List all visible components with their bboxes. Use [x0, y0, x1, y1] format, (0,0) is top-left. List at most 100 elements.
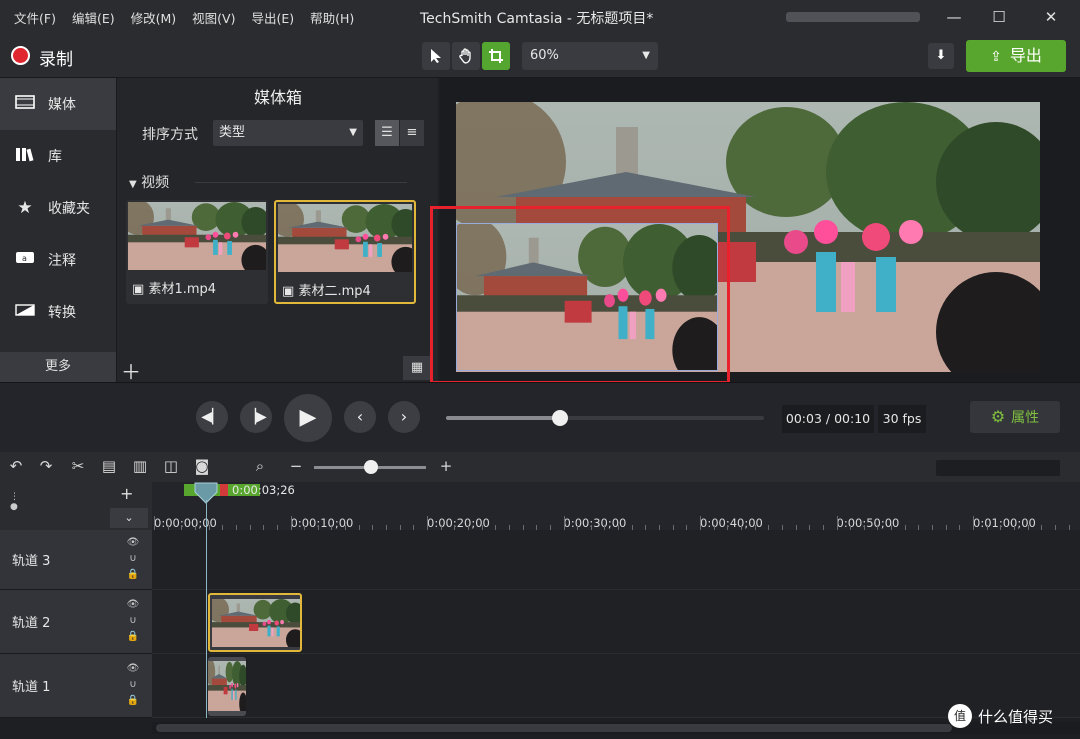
- magnet-icon[interactable]: ∪: [124, 552, 142, 566]
- time-display: 00:03 / 00:10: [782, 405, 874, 433]
- minimize-button[interactable]: —: [940, 6, 968, 28]
- magnet-icon[interactable]: ∪: [124, 678, 142, 692]
- track-header-1[interactable]: 轨道 1 👁 ∪ 🔒: [0, 654, 152, 718]
- menu-edit[interactable]: 编辑(E): [64, 8, 123, 27]
- sort-ascending-icon[interactable]: ☰: [375, 120, 399, 146]
- video-thumbnail: [278, 204, 412, 272]
- eye-icon[interactable]: 👁: [124, 662, 142, 676]
- close-button[interactable]: ✕: [1037, 6, 1065, 28]
- previous-icon[interactable]: ‹: [344, 401, 376, 433]
- step-forward-icon[interactable]: ▕▶: [240, 401, 272, 433]
- zoom-in-icon[interactable]: +: [436, 457, 456, 475]
- out-marker[interactable]: [220, 484, 228, 496]
- scrub-handle[interactable]: [552, 410, 569, 426]
- scrub-bar[interactable]: [446, 410, 764, 426]
- media-icon: [14, 94, 36, 115]
- timeline-toolbar: ↶ ↷ ✂ ▤ ▥ ◫ ◙ ⌕ − +: [0, 452, 1080, 482]
- fps-display: 30 fps: [878, 405, 926, 433]
- select-tool-icon[interactable]: [422, 42, 450, 70]
- lock-icon[interactable]: 🔒: [124, 568, 142, 582]
- track-name: 轨道 1: [12, 680, 51, 695]
- lock-icon[interactable]: 🔒: [124, 694, 142, 708]
- pan-tool-icon[interactable]: [452, 42, 480, 70]
- watermark-logo: 值: [948, 704, 972, 728]
- cut-icon[interactable]: ✂: [68, 457, 88, 475]
- split-icon[interactable]: ◫: [161, 457, 181, 475]
- nav-item-transitions[interactable]: 转换: [0, 286, 116, 338]
- record-button[interactable]: 录制: [39, 45, 73, 70]
- video-section-header[interactable]: ▼ 视频: [129, 172, 169, 192]
- timeline-clip-selected[interactable]: [208, 593, 302, 652]
- ruler-tick-label: 0:01:00;00: [973, 516, 1036, 530]
- next-icon[interactable]: ›: [388, 401, 420, 433]
- menu-view[interactable]: 视图(V): [184, 8, 243, 27]
- ruler-tick: [836, 516, 838, 530]
- properties-button[interactable]: ⚙ 属性: [970, 401, 1060, 433]
- track-header-3[interactable]: 轨道 3 👁 ∪ 🔒: [0, 530, 152, 590]
- step-back-icon[interactable]: ◀▏: [196, 401, 228, 433]
- sort-label: 排序方式: [142, 127, 198, 143]
- section-divider: [195, 182, 407, 183]
- eye-icon[interactable]: 👁: [124, 536, 142, 550]
- undo-icon[interactable]: ↶: [6, 457, 26, 475]
- zoom-out-icon[interactable]: −: [286, 457, 306, 475]
- sort-dropdown[interactable]: 类型 ▼: [213, 120, 363, 146]
- timeline-scrollbar[interactable]: [152, 722, 1080, 734]
- ruler-tick: [700, 516, 701, 530]
- grid-view-icon[interactable]: ▦: [403, 356, 431, 380]
- redo-icon[interactable]: ↷: [36, 457, 56, 475]
- nav-label: 库: [48, 149, 62, 165]
- scroll-thumb[interactable]: [156, 724, 952, 732]
- zoom-dropdown[interactable]: 60% ▼: [522, 42, 658, 70]
- menu-modify[interactable]: 修改(M): [123, 8, 185, 27]
- download-icon[interactable]: ⬇: [928, 43, 954, 69]
- maximize-button[interactable]: ☐: [985, 6, 1013, 28]
- more-button[interactable]: 更多: [0, 352, 116, 382]
- add-media-icon[interactable]: ＋: [121, 356, 141, 385]
- nav-label: 收藏夹: [48, 201, 90, 217]
- timeline-overview-bar[interactable]: [936, 460, 1060, 476]
- nav-item-media[interactable]: 媒体: [0, 78, 116, 130]
- copy-icon[interactable]: ▤: [99, 457, 119, 475]
- track-lane-1[interactable]: [152, 654, 1080, 718]
- timeline-zoom-handle[interactable]: [364, 460, 378, 474]
- section-label: 视频: [141, 175, 170, 191]
- nav-item-library[interactable]: 库: [0, 130, 116, 182]
- paste-icon[interactable]: ▥: [130, 457, 150, 475]
- track-header-2[interactable]: 轨道 2 👁 ∪ 🔒: [0, 590, 152, 654]
- media-item-selected[interactable]: ▣ 素材二.mp4: [274, 200, 416, 304]
- zoom-value: 60%: [530, 48, 559, 63]
- collapse-tracks-icon[interactable]: ⌄: [110, 508, 148, 528]
- playhead-line: [206, 500, 207, 718]
- watermark-text: 什么值得买: [978, 707, 1054, 726]
- sort-value: 类型: [219, 125, 246, 140]
- left-navigation: 媒体 库 ★ 收藏夹 a 注释 转换 更多: [0, 78, 116, 382]
- record-icon[interactable]: [11, 46, 30, 65]
- menu-bar: 文件(F) 编辑(E) 修改(M) 视图(V) 导出(E) 帮助(H): [0, 8, 362, 27]
- nav-label: 注释: [48, 253, 76, 269]
- crop-tool-icon[interactable]: [482, 42, 510, 70]
- track-name: 轨道 2: [12, 616, 51, 631]
- menu-export[interactable]: 导出(E): [243, 8, 302, 27]
- zoom-icon[interactable]: ⌕: [250, 457, 270, 475]
- account-area[interactable]: [786, 12, 920, 22]
- play-icon[interactable]: ▶: [284, 394, 332, 442]
- snapshot-icon[interactable]: ◙: [192, 457, 212, 475]
- eye-icon[interactable]: 👁: [124, 598, 142, 612]
- add-track-icon[interactable]: +: [120, 484, 133, 503]
- sort-descending-icon[interactable]: ≡: [400, 120, 424, 146]
- magnet-icon[interactable]: ∪: [124, 614, 142, 628]
- media-item[interactable]: ▣ 素材1.mp4: [126, 200, 268, 304]
- menu-help[interactable]: 帮助(H): [302, 8, 362, 27]
- menu-file[interactable]: 文件(F): [6, 8, 64, 27]
- lock-icon[interactable]: 🔒: [124, 630, 142, 644]
- track-lane-3[interactable]: [152, 530, 1080, 590]
- nav-item-annotations[interactable]: a 注释: [0, 234, 116, 286]
- nav-item-favorites[interactable]: ★ 收藏夹: [0, 182, 116, 234]
- export-button[interactable]: ⇪ 导出: [966, 40, 1066, 72]
- timeline-ruler[interactable]: 0:00:03;26 0:00:00;00 0:00:10;00 0:00:20;0…: [152, 482, 1080, 530]
- svg-text:a: a: [22, 254, 27, 263]
- ruler-tick-label: 0:00:10;00: [290, 516, 354, 530]
- track-height-slider[interactable]: ⋮ ●: [10, 492, 19, 522]
- timeline-clip[interactable]: [208, 657, 246, 716]
